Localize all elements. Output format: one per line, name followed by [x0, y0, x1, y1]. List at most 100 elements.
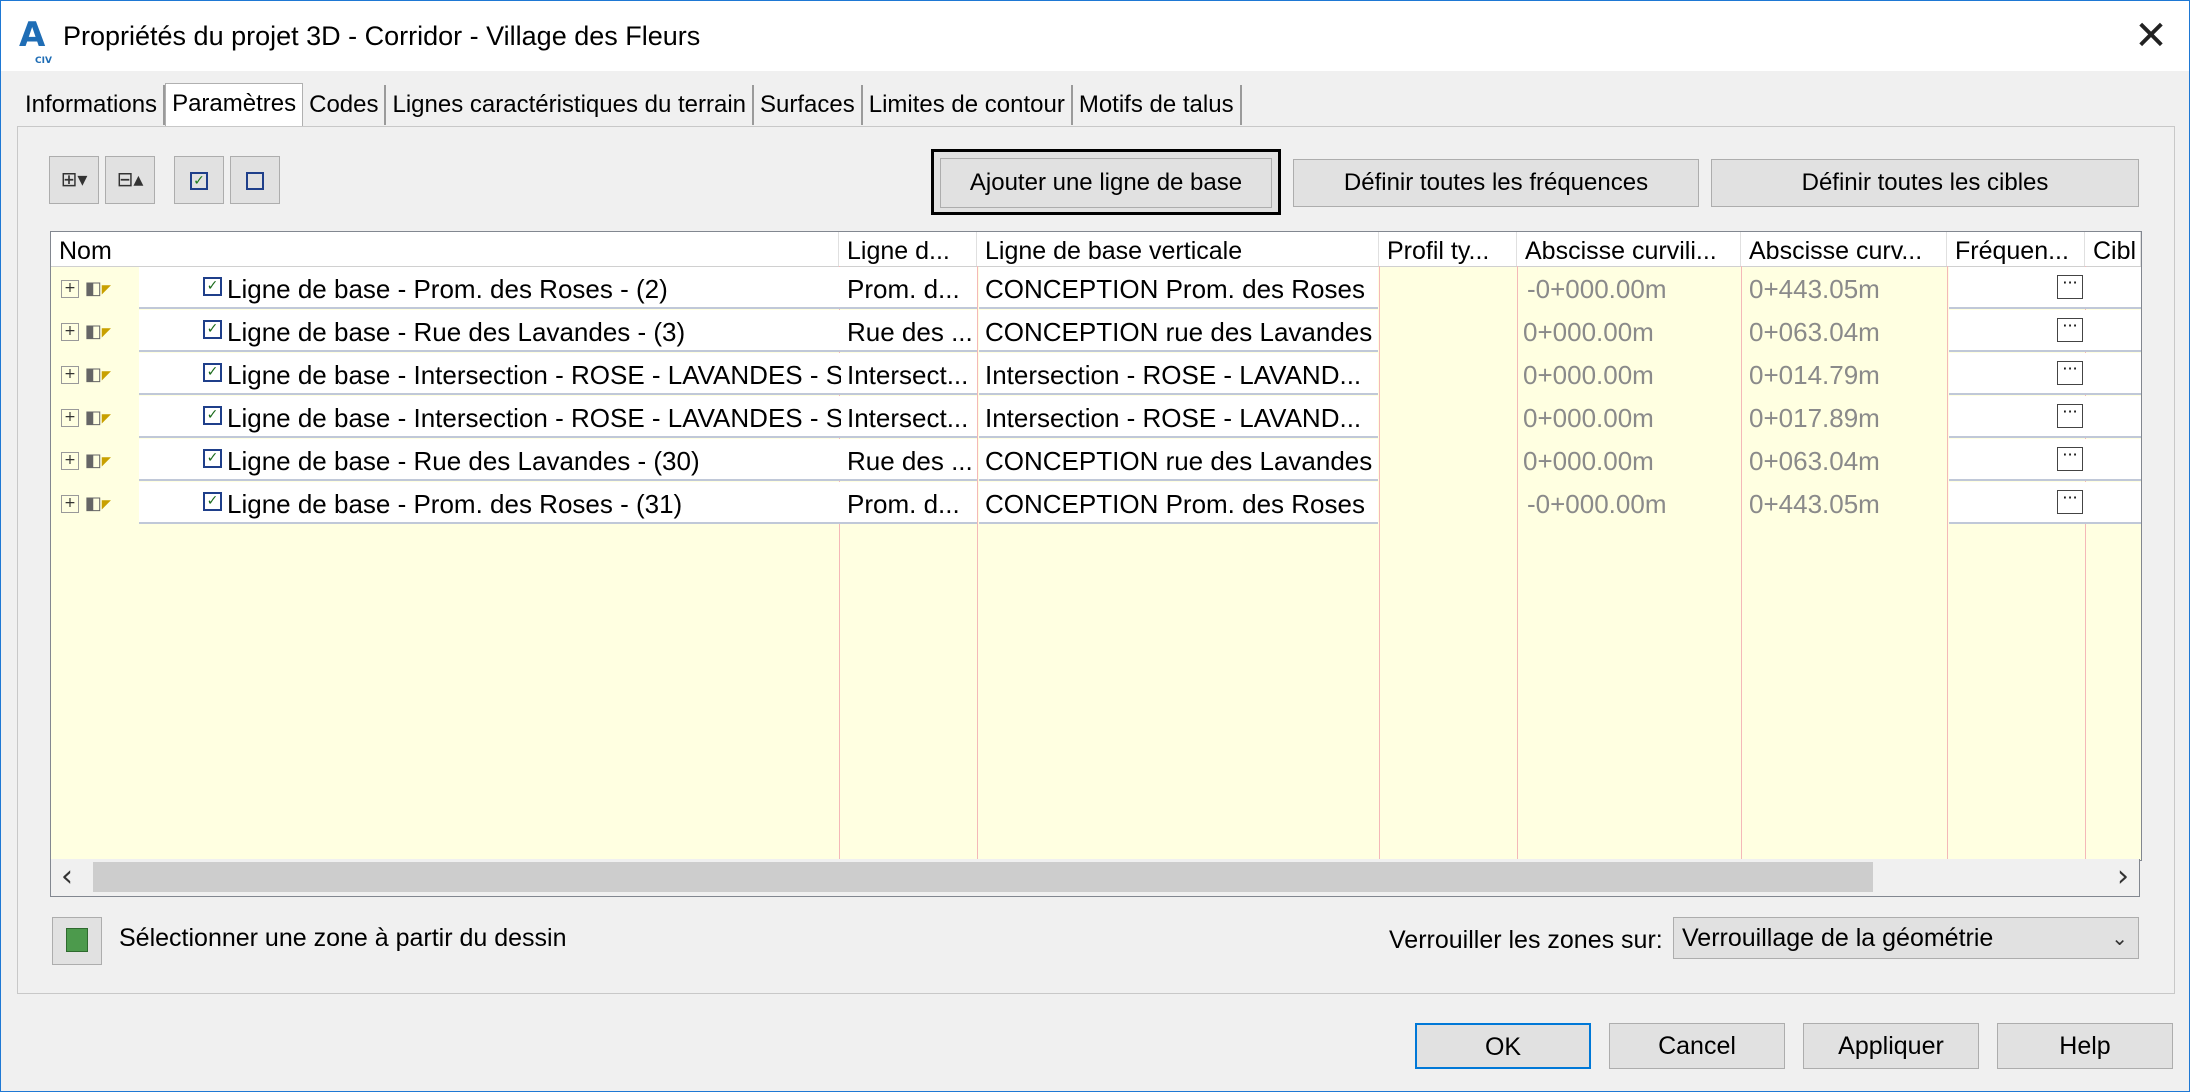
- col-header-frequency[interactable]: Fréquen...: [1947, 232, 2085, 266]
- frequency-ellipsis-button[interactable]: ···: [2057, 447, 2083, 471]
- help-button[interactable]: Help: [1997, 1023, 2173, 1069]
- check-all-button[interactable]: ✓: [174, 156, 224, 204]
- scroll-right-icon[interactable]: ›: [2117, 861, 2129, 893]
- row-frequency-cell: [1949, 353, 2141, 395]
- tab-limites-contour[interactable]: Limites de contour: [863, 85, 1073, 125]
- name-cell[interactable]: ✓ Ligne de base - Rue des Lavandes - (30…: [139, 439, 891, 481]
- row-start-station[interactable]: 0+000.00m: [1517, 396, 1741, 438]
- expand-icon[interactable]: +: [61, 495, 79, 513]
- tab-parametres[interactable]: Paramètres: [165, 83, 304, 127]
- frequency-ellipsis-button[interactable]: ···: [2057, 275, 2083, 299]
- cancel-button[interactable]: Cancel: [1609, 1023, 1785, 1069]
- row-frequency-cell: [1949, 439, 2141, 481]
- name-cell[interactable]: ✓ Ligne de base - Intersection - ROSE - …: [139, 353, 891, 395]
- flag-icon: ◤: [101, 325, 111, 339]
- row-checkbox[interactable]: ✓: [203, 406, 222, 425]
- set-all-targets-button[interactable]: Définir toutes les cibles: [1711, 159, 2139, 207]
- row-end-station[interactable]: 0+063.04m: [1741, 439, 1947, 481]
- expand-all-button[interactable]: ⊞▾: [49, 156, 99, 204]
- row-checkbox[interactable]: ✓: [203, 492, 222, 511]
- row-start-station[interactable]: 0+000.00m: [1517, 353, 1741, 395]
- col-header-alignment[interactable]: Ligne d...: [839, 232, 977, 266]
- expand-icon[interactable]: +: [61, 409, 79, 427]
- collapse-all-button[interactable]: ⊟▴: [105, 156, 155, 204]
- frequency-ellipsis-button[interactable]: ···: [2057, 404, 2083, 428]
- row-start-station[interactable]: -0+000.00m: [1517, 267, 1741, 309]
- uncheck-all-button[interactable]: [230, 156, 280, 204]
- row-end-station[interactable]: 0+063.04m: [1741, 310, 1947, 352]
- row-vertical-baseline[interactable]: CONCEPTION Prom. des Roses: [979, 267, 1378, 309]
- add-baseline-button[interactable]: Ajouter une ligne de base: [931, 149, 1281, 215]
- select-region-button[interactable]: [52, 917, 102, 965]
- flag-icon: ◤: [101, 497, 111, 511]
- row-checkbox[interactable]: ✓: [203, 277, 222, 296]
- row-alignment[interactable]: Prom. d...: [841, 267, 977, 309]
- ok-button[interactable]: OK: [1415, 1023, 1591, 1069]
- name-cell[interactable]: ✓ Ligne de base - Rue des Lavandes - (3): [139, 310, 891, 352]
- col-header-start-station[interactable]: Abscisse curvili...: [1517, 232, 1741, 266]
- tab-surfaces[interactable]: Surfaces: [754, 85, 863, 125]
- row-end-station[interactable]: 0+017.89m: [1741, 396, 1947, 438]
- row-vertical-baseline[interactable]: CONCEPTION rue des Lavandes: [979, 439, 1378, 481]
- expand-icon[interactable]: +: [61, 366, 79, 384]
- row-checkbox[interactable]: ✓: [203, 320, 222, 339]
- col-header-nom[interactable]: Nom: [51, 232, 839, 266]
- table-row[interactable]: + ◧◤ ✓ Ligne de base - Rue des Lavandes …: [51, 439, 2141, 482]
- table-row[interactable]: + ◧◤ ✓ Ligne de base - Intersection - RO…: [51, 396, 2141, 439]
- check-all-icon: ✓: [190, 171, 208, 190]
- lock-regions-dropdown[interactable]: Verrouillage de la géométrie ⌄: [1673, 917, 2139, 959]
- baseline-icon: ◧: [84, 450, 102, 471]
- row-vertical-baseline[interactable]: CONCEPTION rue des Lavandes: [979, 310, 1378, 352]
- table-row[interactable]: + ◧◤ ✓ Ligne de base - Prom. des Roses -…: [51, 482, 2141, 525]
- table-row[interactable]: + ◧◤ ✓ Ligne de base - Intersection - RO…: [51, 353, 2141, 396]
- col-header-targets[interactable]: Cibl: [2085, 232, 2141, 266]
- tab-lignes-caracteristiques[interactable]: Lignes caractéristiques du terrain: [386, 85, 755, 125]
- horizontal-scrollbar[interactable]: ‹ ›: [50, 859, 2140, 897]
- name-cell[interactable]: ✓ Ligne de base - Prom. des Roses - (31): [139, 482, 891, 524]
- grid-header: Nom Ligne d... Ligne de base verticale P…: [51, 232, 2141, 267]
- set-all-frequencies-button[interactable]: Définir toutes les fréquences: [1293, 159, 1699, 207]
- tab-motifs-talus[interactable]: Motifs de talus: [1073, 85, 1242, 125]
- flag-icon: ◤: [101, 282, 111, 296]
- add-baseline-label: Ajouter une ligne de base: [940, 158, 1272, 208]
- row-start-station[interactable]: -0+000.00m: [1517, 482, 1741, 524]
- row-checkbox[interactable]: ✓: [203, 363, 222, 382]
- table-row[interactable]: + ◧◤ ✓ Ligne de base - Prom. des Roses -…: [51, 267, 2141, 310]
- expand-icon[interactable]: +: [61, 323, 79, 341]
- expand-icon[interactable]: +: [61, 280, 79, 298]
- tab-informations[interactable]: Informations: [19, 85, 166, 125]
- row-start-station[interactable]: 0+000.00m: [1517, 310, 1741, 352]
- row-vertical-baseline[interactable]: Intersection - ROSE - LAVAND...: [979, 353, 1378, 395]
- row-alignment[interactable]: Intersect...: [841, 396, 977, 438]
- apply-button[interactable]: Appliquer: [1803, 1023, 1979, 1069]
- row-alignment[interactable]: Rue des ...: [841, 310, 977, 352]
- row-end-station[interactable]: 0+014.79m: [1741, 353, 1947, 395]
- row-checkbox[interactable]: ✓: [203, 449, 222, 468]
- row-alignment[interactable]: Prom. d...: [841, 482, 977, 524]
- uncheck-all-icon: [246, 171, 264, 190]
- tab-codes[interactable]: Codes: [303, 85, 387, 125]
- table-row[interactable]: + ◧◤ ✓ Ligne de base - Rue des Lavandes …: [51, 310, 2141, 353]
- scroll-left-icon[interactable]: ‹: [61, 861, 73, 893]
- frequency-ellipsis-button[interactable]: ···: [2057, 490, 2083, 514]
- row-alignment[interactable]: Rue des ...: [841, 439, 977, 481]
- frequency-ellipsis-button[interactable]: ···: [2057, 361, 2083, 385]
- baseline-icon: ◧: [84, 364, 102, 385]
- name-cell[interactable]: ✓ Ligne de base - Intersection - ROSE - …: [139, 396, 891, 438]
- expand-icon[interactable]: +: [61, 452, 79, 470]
- scroll-thumb[interactable]: [93, 862, 1873, 892]
- row-start-station[interactable]: 0+000.00m: [1517, 439, 1741, 481]
- row-end-station[interactable]: 0+443.05m: [1741, 267, 1947, 309]
- col-header-end-station[interactable]: Abscisse curv...: [1741, 232, 1947, 266]
- col-header-assembly[interactable]: Profil ty...: [1379, 232, 1517, 266]
- frequency-ellipsis-button[interactable]: ···: [2057, 318, 2083, 342]
- name-cell[interactable]: ✓ Ligne de base - Prom. des Roses - (2): [139, 267, 891, 309]
- row-tree-icons: + ◧◤: [61, 363, 141, 387]
- row-vertical-baseline[interactable]: CONCEPTION Prom. des Roses: [979, 482, 1378, 524]
- row-tree-icons: + ◧◤: [61, 320, 141, 344]
- col-header-vertical-baseline[interactable]: Ligne de base verticale: [977, 232, 1379, 266]
- row-end-station[interactable]: 0+443.05m: [1741, 482, 1947, 524]
- close-icon[interactable]: ✕: [2121, 9, 2181, 63]
- row-vertical-baseline[interactable]: Intersection - ROSE - LAVAND...: [979, 396, 1378, 438]
- row-alignment[interactable]: Intersect...: [841, 353, 977, 395]
